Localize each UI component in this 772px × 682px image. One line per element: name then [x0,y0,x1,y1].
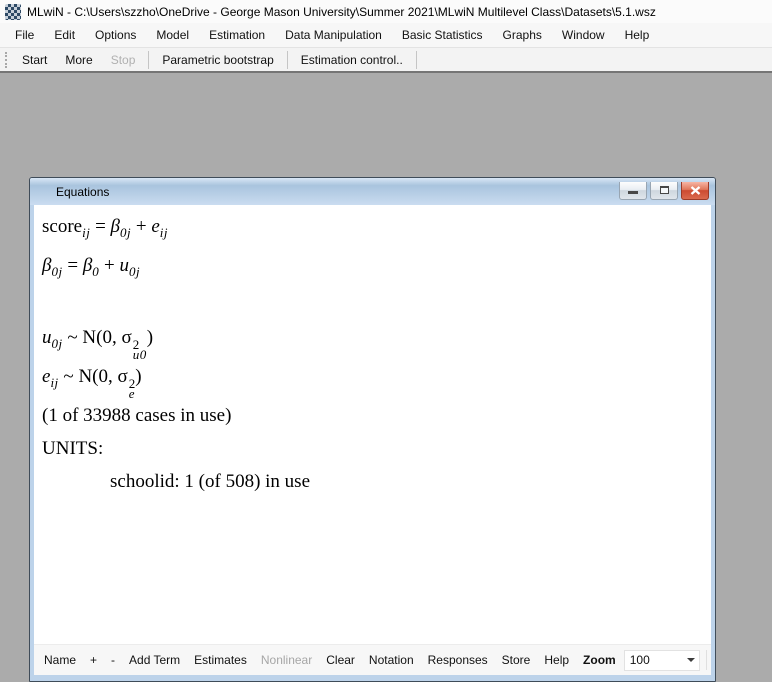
main-toolbar: StartMoreStop Parametric bootstrap Estimat… [0,47,772,73]
app-titlebar[interactable]: MLwiN - C:\Users\szzho\OneDrive - George… [0,0,772,23]
equation-segment: β [111,216,120,237]
equation-segment: u [42,327,52,348]
toolbar-button-estimation-control[interactable]: Estimation control.. [292,49,412,71]
equation-segment: 0j [129,264,140,279]
equation-line: β0j = β0 + u0j [42,249,711,288]
equation-segment: = [63,255,83,276]
equation-line: eij ~ N(0, σ2e) [42,360,711,399]
equations-toolbar: Name+-Add TermEstimatesNonlinearClearNot… [34,644,711,675]
equation-segment: schoolid: 1 (of 508) in use [110,471,310,492]
equation-segment: + [131,216,151,237]
eq-button-notation[interactable]: Notation [362,649,421,671]
workspace: Equations score ij = [0,73,772,646]
equation-line: UNITS: [42,432,711,465]
subscript: e [129,389,135,399]
equation-segment: ~ N(0, σ [63,327,132,348]
equation-segment: = [90,216,110,237]
eq-button-zoom[interactable]: Zoom [576,649,623,671]
menu-item-help[interactable]: Help [615,24,660,46]
toolbar-button-start[interactable]: Start [13,49,56,71]
equation-line: (1 of 33988 cases in use) [42,399,711,432]
menu-item-file[interactable]: File [5,24,44,46]
menubar: FileEditOptionsModelEstimationData Manip… [0,23,772,47]
eq-button-nonlinear: Nonlinear [254,649,319,671]
eq-button-name[interactable]: Name [37,649,83,671]
app-title: MLwiN - C:\Users\szzho\OneDrive - George… [27,5,656,19]
toolbar-grip[interactable] [5,52,9,68]
restore-button[interactable] [650,182,678,200]
menu-item-graphs[interactable]: Graphs [493,24,552,46]
equations-title: Equations [56,185,109,199]
equation-segment: score [42,216,82,237]
equations-window: Equations score ij = [29,177,716,682]
equation-segment: (1 of 33988 cases in use) [42,405,231,426]
eq-button-add-term[interactable]: Add Term [122,649,187,671]
dropdown-arrow-icon [687,658,695,662]
equation-segment: 0j [51,264,62,279]
equation-line: scoreij = β0j + eij [42,210,711,249]
zoom-value: 100 [630,653,687,667]
equation-segment: UNITS: [42,438,103,459]
subscript: u0 [133,350,147,360]
toolbar-button-more[interactable]: More [56,49,101,71]
eq-button-clear[interactable]: Clear [319,649,362,671]
equation-segment: β [83,255,92,276]
equation-segment: ) [135,366,141,387]
toolbar-button-parametric-bootstrap[interactable]: Parametric bootstrap [153,49,282,71]
eq-button-minus[interactable]: - [104,649,122,671]
equation-line: u0j ~ N(0, σ2u0) [42,321,711,360]
screen: { "window": { "title": "MLwiN - C:\\User… [0,0,772,646]
mlwin-icon [5,4,21,20]
equation-segment: e [151,216,159,237]
eq-button-plus[interactable]: + [83,649,104,671]
minimize-button[interactable] [619,182,647,200]
menu-item-edit[interactable]: Edit [44,24,85,46]
equation-line [42,288,711,321]
equation-line: schoolid: 1 (of 508) in use [42,465,711,498]
window-controls [619,182,709,200]
toolbar-separator [148,51,149,69]
equation-segment: ij [160,225,168,240]
toolbar-button-stop: Stop [102,49,145,71]
eq-button-estimates[interactable]: Estimates [187,649,254,671]
equations-toolbar-buttons: Name+-Add TermEstimatesNonlinearClearNot… [37,645,623,675]
menu-item-options[interactable]: Options [85,24,146,46]
menu-item-model[interactable]: Model [146,24,199,46]
menu-item-estimation[interactable]: Estimation [199,24,275,46]
toolbar-separator [416,51,417,69]
equation-segment: u [120,255,130,276]
equation-segment: ) [147,327,153,348]
equation-segment: 0j [52,336,63,351]
equations-content: scoreij = β0j + eijβ0j = β0 + u0ju0j ~ N… [34,205,711,644]
restore-icon [660,186,669,194]
equation-segment: + [99,255,119,276]
minimize-icon [628,191,638,194]
equation-segment: 2u0 [133,340,147,360]
toolbar-separator [706,650,707,670]
eq-button-help[interactable]: Help [537,649,576,671]
equation-segment: 0j [120,225,131,240]
eq-button-store[interactable]: Store [495,649,538,671]
toolbar-buttons: StartMoreStop Parametric bootstrap Estimat… [13,48,421,71]
menu-item-basic-statistics[interactable]: Basic Statistics [392,24,493,46]
menu-item-window[interactable]: Window [552,24,615,46]
equation-segment: ij [50,375,58,390]
eq-button-responses[interactable]: Responses [421,649,495,671]
equations-titlebar[interactable]: Equations [30,178,715,205]
toolbar-separator [287,51,288,69]
zoom-level-select[interactable]: 100 [624,650,700,671]
equation-segment: ~ N(0, σ [59,366,128,387]
close-button[interactable] [681,182,709,200]
close-icon [690,186,701,195]
menu-item-data-manipulation[interactable]: Data Manipulation [275,24,392,46]
